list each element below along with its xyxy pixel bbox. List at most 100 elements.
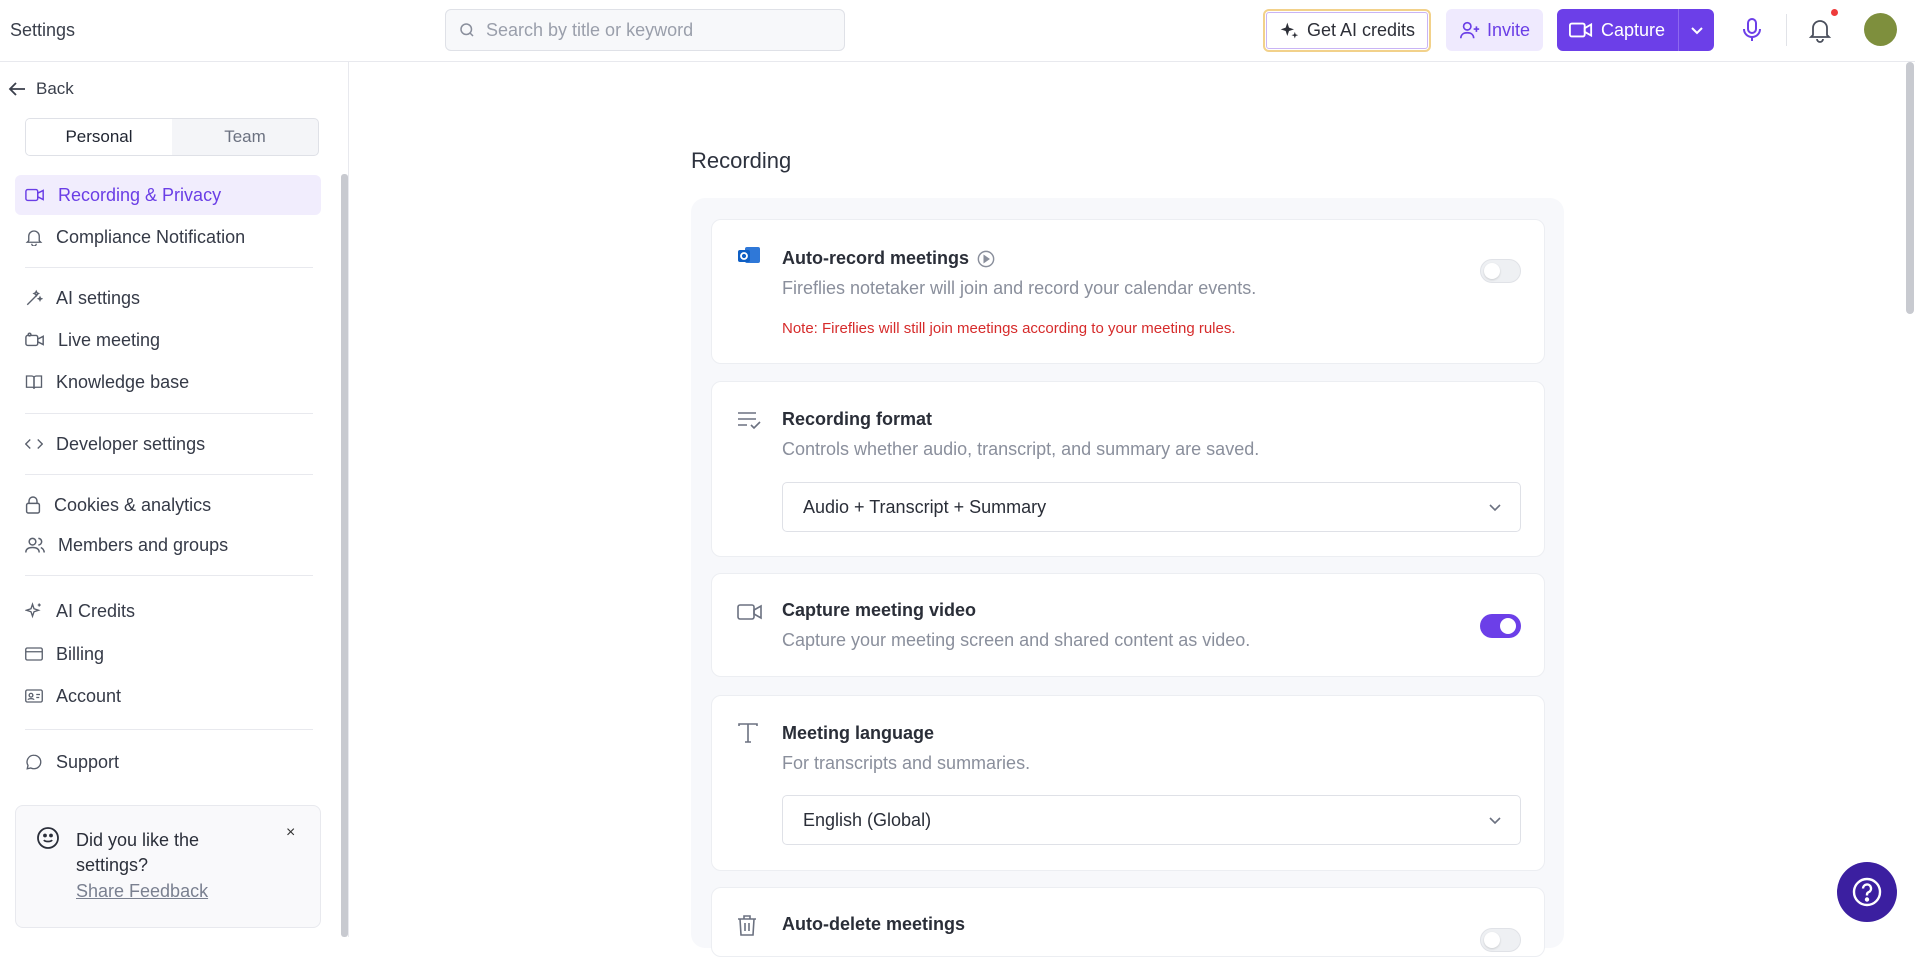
- auto-record-toggle[interactable]: [1480, 259, 1521, 283]
- sidebar-item-support[interactable]: Support: [15, 742, 321, 782]
- meeting-language-select[interactable]: English (Global): [782, 795, 1521, 845]
- nav-divider: [25, 474, 313, 475]
- sidebar-item-label: AI settings: [56, 287, 141, 308]
- recording-format-description: Controls whether audio, transcript, and …: [782, 439, 1260, 459]
- sparkle-icon: [25, 602, 43, 620]
- sidebar-item-account[interactable]: Account: [15, 676, 321, 716]
- sidebar-item-compliance-notification[interactable]: Compliance Notification: [15, 217, 321, 257]
- sidebar-item-label: Members and groups: [58, 534, 229, 555]
- nav-divider: [25, 575, 313, 576]
- auto-record-title: Auto-record meetings: [782, 248, 970, 268]
- add-user-icon: [1459, 19, 1481, 41]
- sidebar-scrollbar[interactable]: [341, 174, 348, 937]
- sidebar-item-billing[interactable]: Billing: [15, 634, 321, 674]
- share-feedback-link[interactable]: Share Feedback: [76, 881, 208, 902]
- notification-badge: [1829, 7, 1840, 18]
- recording-format-card: Recording format Controls whether audio,…: [711, 381, 1545, 557]
- chevron-down-icon: [1488, 500, 1502, 514]
- nav-divider: [25, 413, 313, 414]
- capture-video-card: Capture meeting video Capture your meeti…: [711, 573, 1545, 677]
- sidebar-item-ai-credits[interactable]: AI Credits: [15, 591, 321, 631]
- meeting-language-title: Meeting language: [782, 723, 935, 743]
- auto-record-card: Auto-record meetings Fireflies notetaker…: [711, 219, 1545, 364]
- sidebar-item-developer-settings[interactable]: Developer settings: [15, 424, 321, 464]
- users-icon: [25, 536, 45, 554]
- video-icon: [737, 602, 763, 622]
- tab-personal[interactable]: Personal: [26, 119, 172, 155]
- nav-divider: [25, 729, 313, 730]
- get-ai-credits-label: Get AI credits: [1306, 20, 1416, 40]
- question-icon: [1851, 876, 1883, 908]
- sidebar-item-recording-privacy[interactable]: Recording & Privacy: [15, 175, 321, 215]
- capture-video-toggle[interactable]: [1480, 614, 1521, 638]
- avatar[interactable]: [1864, 13, 1897, 46]
- feedback-card: Did you like the settings? Share Feedbac…: [15, 805, 321, 928]
- sidebar-item-label: Cookies & analytics: [54, 494, 212, 515]
- page-title: Settings: [10, 20, 76, 40]
- trash-icon: [737, 914, 757, 936]
- sidebar-item-live-meeting[interactable]: Live meeting: [15, 320, 321, 360]
- meeting-language-value: English (Global): [803, 809, 932, 830]
- help-button[interactable]: [1837, 862, 1897, 922]
- outlook-icon: [737, 245, 761, 267]
- get-ai-credits-button[interactable]: Get AI credits: [1263, 9, 1431, 52]
- tab-team[interactable]: Team: [172, 119, 318, 155]
- meeting-language-description: For transcripts and summaries.: [782, 753, 1031, 773]
- magic-wand-icon: [25, 289, 43, 307]
- play-circle-icon[interactable]: [977, 250, 995, 268]
- search-box[interactable]: [445, 9, 845, 51]
- top-bar: Settings Get AI credits Invite Capture: [0, 0, 1915, 62]
- back-button[interactable]: Back: [8, 79, 74, 99]
- recording-format-select[interactable]: Audio + Transcript + Summary: [782, 482, 1521, 532]
- capture-button-group: Capture: [1557, 9, 1714, 51]
- auto-delete-card: Auto-delete meetings: [711, 887, 1545, 957]
- book-icon: [25, 374, 43, 390]
- chat-icon: [25, 753, 43, 771]
- sidebar-item-label: AI Credits: [56, 600, 136, 621]
- sidebar-item-knowledge-base[interactable]: Knowledge base: [15, 362, 321, 402]
- capture-label: Capture: [1601, 19, 1666, 40]
- auto-record-description: Fireflies notetaker will join and record…: [782, 278, 1257, 298]
- sidebar-item-label: Recording & Privacy: [58, 184, 222, 205]
- sidebar-item-label: Knowledge base: [56, 371, 190, 392]
- sidebar-item-label: Billing: [56, 643, 105, 664]
- live-video-icon: [25, 332, 45, 348]
- recording-format-title: Recording format: [782, 409, 933, 429]
- bell-icon: [25, 228, 43, 246]
- invite-label: Invite: [1486, 19, 1531, 40]
- sidebar-item-ai-settings[interactable]: AI settings: [15, 278, 321, 318]
- auto-record-title-row: Auto-record meetings: [782, 248, 995, 269]
- auto-record-note: Note: Fireflies will still join meetings…: [782, 320, 1236, 337]
- code-icon: [25, 437, 43, 451]
- close-icon[interactable]: ×: [286, 824, 295, 842]
- feedback-title: Did you like the settings?: [76, 830, 200, 875]
- sidebar-item-label: Support: [56, 751, 120, 772]
- back-label: Back: [36, 79, 74, 98]
- settings-sidebar: Back Personal Team Recording & Privacy C…: [0, 62, 349, 937]
- scope-toggle: Personal Team: [25, 118, 319, 156]
- sidebar-item-label: Compliance Notification: [56, 226, 246, 247]
- smile-icon: [36, 826, 60, 850]
- search-input[interactable]: [486, 19, 826, 41]
- video-icon: [25, 187, 45, 203]
- auto-delete-toggle[interactable]: [1480, 928, 1521, 952]
- invite-button[interactable]: Invite: [1446, 9, 1543, 51]
- text-type-icon: [737, 722, 759, 744]
- list-check-icon: [737, 410, 761, 430]
- microphone-icon[interactable]: [1741, 18, 1763, 42]
- chevron-down-icon: [1488, 813, 1502, 827]
- capture-dropdown-button[interactable]: [1679, 23, 1714, 37]
- video-camera-icon: [1569, 20, 1593, 40]
- capture-video-description: Capture your meeting screen and shared c…: [782, 630, 1251, 650]
- page-scrollbar[interactable]: [1906, 62, 1914, 314]
- notification-bell-icon[interactable]: [1808, 17, 1832, 43]
- section-title: Recording: [691, 148, 792, 173]
- sidebar-item-members-groups[interactable]: Members and groups: [15, 525, 321, 565]
- sidebar-item-cookies-analytics[interactable]: Cookies & analytics: [15, 485, 321, 525]
- chevron-down-icon: [1690, 23, 1704, 37]
- sparkle-icon: [1279, 21, 1299, 41]
- recording-format-value: Audio + Transcript + Summary: [803, 496, 1047, 517]
- arrow-left-icon: [8, 81, 26, 97]
- capture-button[interactable]: Capture: [1557, 20, 1678, 41]
- search-icon: [458, 21, 476, 39]
